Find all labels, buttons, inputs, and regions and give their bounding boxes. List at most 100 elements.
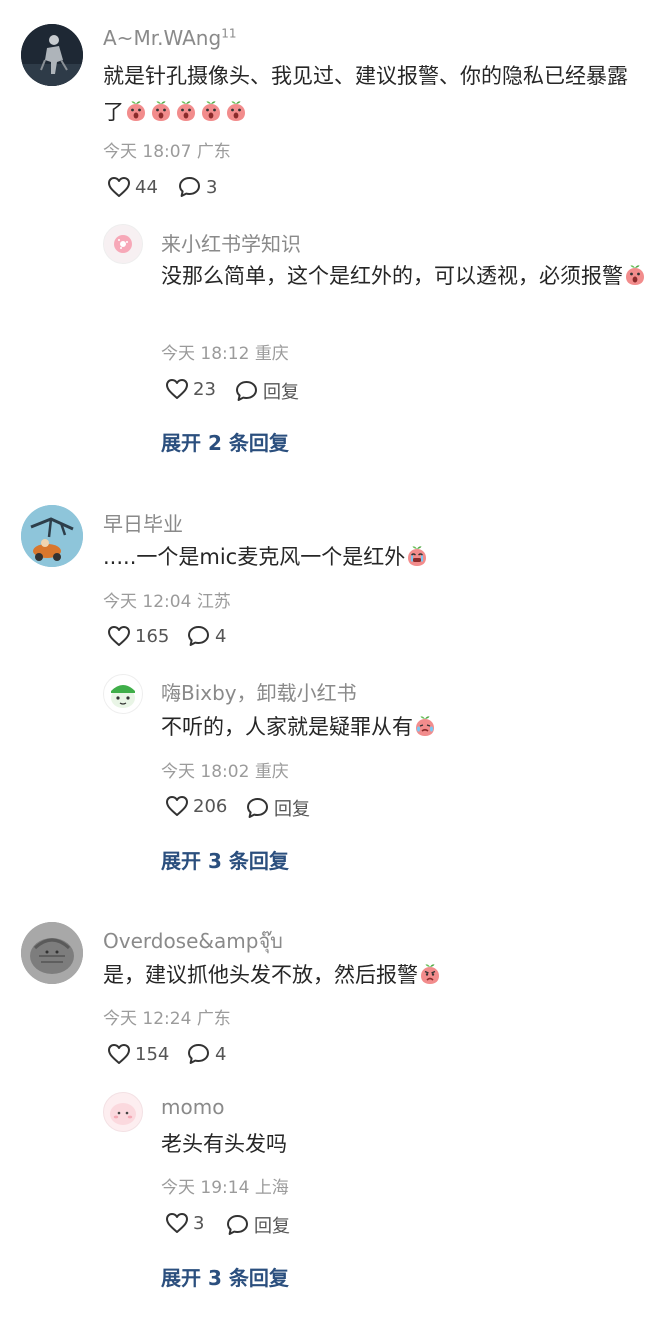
avatar[interactable]	[21, 505, 83, 567]
heart-icon	[108, 1044, 130, 1064]
reply-body: 老头有头发吗	[161, 1132, 287, 1156]
comment-replies-button[interactable]: 4	[187, 625, 226, 647]
heart-icon	[108, 626, 130, 646]
emoji-row	[418, 963, 443, 987]
expand-replies-link[interactable]: 展开 3 条回复	[161, 1262, 289, 1291]
reply-text: 不听的，人家就是疑罪从有	[161, 709, 648, 745]
comment-bubble-icon	[247, 798, 268, 818]
timestamp: 今天 18:07	[103, 142, 192, 162]
like-count: 44	[135, 176, 158, 198]
comment-meta: 今天 18:07 广东	[103, 137, 231, 162]
comment-username[interactable]: Overdose&ampจุ๊บ	[103, 925, 283, 957]
reply-like-button[interactable]: 206	[165, 795, 227, 817]
emoji-row	[623, 264, 648, 288]
frog-avatar-image	[111, 685, 135, 708]
comment-text: 就是针孔摄像头、我见过、建议报警、你的隐私已经暴露了	[103, 58, 648, 130]
comment-replies-button[interactable]: 4	[187, 1043, 226, 1065]
blob-avatar-image	[110, 1103, 136, 1125]
peach-shock-emoji	[127, 101, 145, 121]
peach-shock-emoji	[202, 101, 220, 121]
timestamp: 今天 12:24	[103, 1009, 192, 1029]
reply-username[interactable]: 嗨Bixby，卸载小红书	[161, 677, 357, 706]
location: 广东	[196, 1009, 231, 1029]
reply-username[interactable]: 来小红书学知识	[161, 228, 301, 257]
donut-avatar-image	[114, 235, 132, 253]
reply-button[interactable]: 回复	[235, 378, 299, 404]
avatar[interactable]	[21, 24, 83, 86]
user-badge: 11	[221, 26, 237, 41]
reply-text: 老头有头发吗	[161, 1126, 648, 1162]
emoji-row	[413, 715, 438, 739]
like-count: 206	[193, 795, 228, 817]
expand-replies-link[interactable]: 展开 2 条回复	[161, 427, 289, 456]
comment-bubble-icon	[179, 177, 200, 197]
comment-text: 是，建议抓他头发不放，然后报警	[103, 957, 648, 993]
reply-count: 4	[215, 1043, 227, 1065]
reply-avatar[interactable]	[103, 1092, 143, 1132]
peach-shock-emoji	[626, 265, 644, 285]
location: 江苏	[196, 592, 231, 612]
peach-shock-emoji	[227, 101, 245, 121]
timestamp: 今天 12:04	[103, 592, 192, 612]
comment-bubble-icon	[188, 626, 209, 646]
comment-meta: 今天 12:24 广东	[103, 1004, 231, 1029]
reply-count: 3	[206, 176, 218, 198]
heart-icon	[166, 796, 188, 816]
reply-meta: 今天 18:12 重庆	[161, 339, 289, 364]
peach-shock-emoji	[152, 101, 170, 121]
comment-body: .....一个是mic麦克风一个是红外	[103, 545, 406, 569]
like-count: 3	[193, 1212, 205, 1234]
heart-icon	[166, 379, 188, 399]
comment-meta: 今天 12:04 江苏	[103, 587, 231, 612]
like-count: 165	[135, 625, 170, 647]
crying-face-emoji	[408, 546, 427, 566]
reply-label: 回复	[254, 1216, 290, 1237]
heart-icon	[166, 1213, 188, 1233]
timestamp: 今天 18:02	[161, 762, 250, 782]
reply-count: 4	[215, 625, 227, 647]
like-button[interactable]: 154	[107, 1043, 169, 1065]
comment-body: 是，建议抓他头发不放，然后报警	[103, 963, 418, 987]
reply-like-button[interactable]: 3	[165, 1212, 204, 1234]
avatar-image	[21, 24, 83, 86]
reply-username[interactable]: momo	[161, 1095, 224, 1119]
comment-replies-button[interactable]: 3	[178, 176, 217, 198]
reply-button[interactable]: 回复	[246, 795, 310, 821]
like-button[interactable]: 44	[107, 176, 158, 198]
like-count: 154	[135, 1043, 170, 1065]
comment-bubble-icon	[236, 381, 257, 401]
like-count: 23	[193, 378, 216, 400]
reply-body: 不听的，人家就是疑罪从有	[161, 715, 413, 739]
comment-bubble-icon	[188, 1044, 209, 1064]
reply-meta: 今天 19:14 上海	[161, 1173, 289, 1198]
reply-body: 没那么简单，这个是红外的，可以透视，必须报警	[161, 264, 623, 288]
timestamp: 今天 18:12	[161, 344, 250, 364]
reply-button[interactable]: 回复	[226, 1212, 290, 1238]
reply-like-button[interactable]: 23	[165, 378, 216, 400]
avatar[interactable]	[21, 922, 83, 984]
comment-username[interactable]: 早日毕业	[103, 508, 183, 537]
peach-shock-emoji	[177, 101, 195, 121]
reply-text: 没那么简单，这个是红外的，可以透视，必须报警	[161, 258, 648, 294]
sweat-cry-emoji	[416, 716, 434, 736]
heart-icon	[108, 177, 130, 197]
reply-avatar[interactable]	[103, 674, 143, 714]
reply-label: 回复	[263, 382, 299, 403]
expand-replies-link[interactable]: 展开 3 条回复	[161, 845, 289, 874]
like-button[interactable]: 165	[107, 625, 169, 647]
angry-peach-emoji	[421, 964, 439, 984]
emoji-row	[124, 100, 249, 124]
emoji-row	[405, 545, 430, 569]
location: 重庆	[254, 762, 289, 782]
avatar-image	[21, 505, 83, 567]
comment-bubble-icon	[227, 1215, 248, 1235]
reply-avatar[interactable]	[103, 224, 143, 264]
username-text: A~Mr.WAng	[103, 26, 222, 50]
timestamp: 今天 19:14	[161, 1178, 250, 1198]
location: 重庆	[254, 344, 289, 364]
comment-text: .....一个是mic麦克风一个是红外	[103, 539, 648, 575]
location: 上海	[254, 1178, 289, 1198]
reply-meta: 今天 18:02 重庆	[161, 757, 289, 782]
comment-username[interactable]: A~Mr.WAng11	[103, 26, 236, 50]
location: 广东	[196, 142, 231, 162]
